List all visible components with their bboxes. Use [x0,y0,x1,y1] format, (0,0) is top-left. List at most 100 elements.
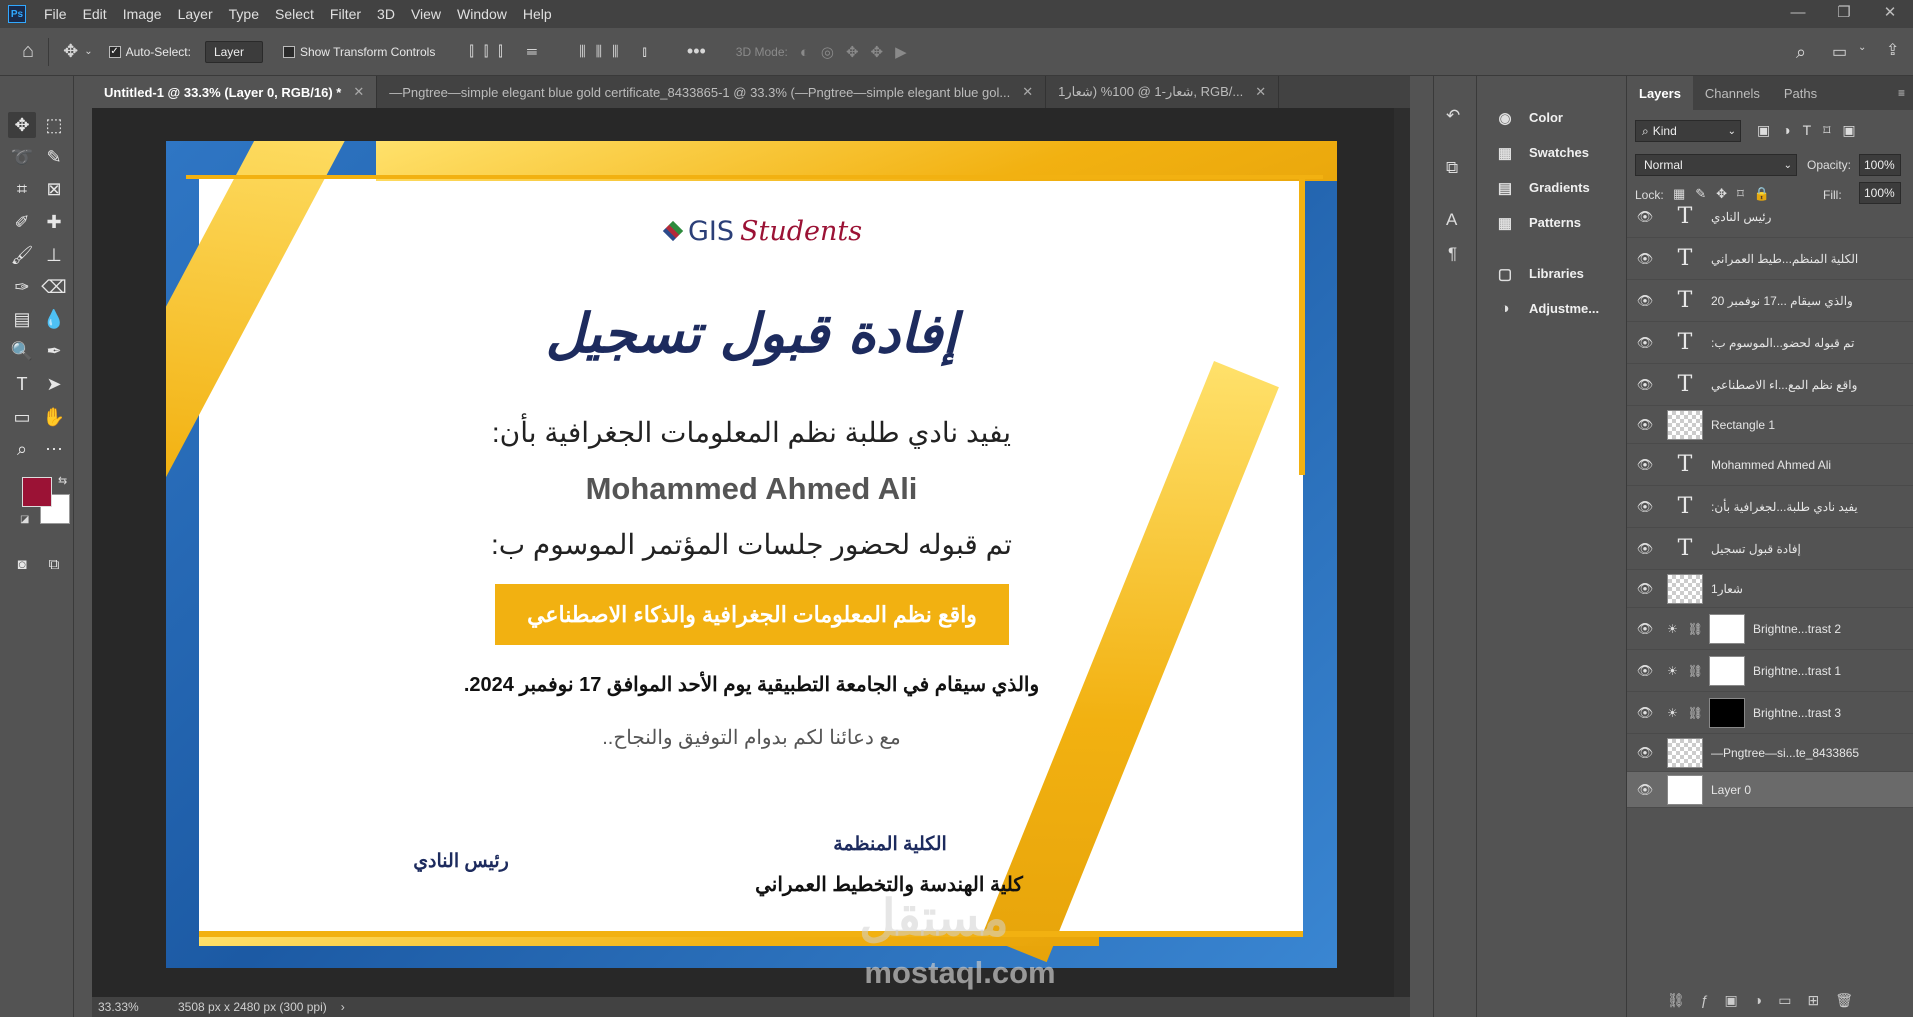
auto-select-checkbox[interactable]: ✓ Auto-Select: [108,45,191,59]
menu-image[interactable]: Image [115,6,170,22]
chevron-down-icon[interactable]: ⌄ [84,46,92,57]
visibility-eye-icon[interactable]: 👁 [1633,705,1657,721]
more-tools-icon[interactable]: ⋯ [40,436,68,462]
layer-row[interactable]: 👁 —Pngtree—si...te_8433865 [1627,734,1913,772]
close-tab-icon[interactable]: ✕ [353,84,364,100]
home-icon[interactable]: ⌂ [22,40,34,63]
minimize-button[interactable]: — [1775,0,1821,28]
layer-filter-icons[interactable]: ▣◑T⌑▣ [1757,122,1868,139]
share-icon[interactable]: ⇪ [1886,40,1899,60]
tab-channels[interactable]: Channels [1693,76,1772,110]
character-panel-icon[interactable]: A [1446,210,1457,230]
distribute-icons[interactable]: ⫼⫼⫼ ⫾ [579,43,657,60]
layer-row[interactable]: 👁 T واقع نظم المع...اء الاصطناعي [1627,364,1913,406]
visibility-eye-icon[interactable]: 👁 [1633,209,1657,225]
panel-patterns[interactable]: ▦ Patterns [1481,205,1626,240]
blur-tool-icon[interactable]: 💧 [40,306,68,332]
layer-row[interactable]: 👁 T الكلية المنظم...طيط العمراني [1627,238,1913,280]
hand-tool-icon[interactable]: ✋ [40,404,68,430]
more-options-icon[interactable]: ••• [687,41,706,62]
panel-gradients[interactable]: ▤ Gradients [1481,170,1626,205]
visibility-eye-icon[interactable]: 👁 [1633,745,1657,761]
layer-row[interactable]: 👁 شعار1 [1627,570,1913,608]
layer-row[interactable]: 👁 T تم قبوله لحضو...الموسوم ب: [1627,322,1913,364]
menu-file[interactable]: File [36,6,75,22]
layer-row-selected[interactable]: 👁 Layer 0 [1627,772,1913,808]
restore-button[interactable]: ❐ [1821,0,1867,28]
default-colors-icon[interactable]: ◪ [20,514,29,525]
visibility-eye-icon[interactable]: 👁 [1633,293,1657,309]
move-tool-icon[interactable]: ✥ [8,112,36,138]
eraser-tool-icon[interactable]: ⌫ [40,274,68,300]
screen-mode-icon[interactable]: ⧉ [40,551,68,577]
layer-row[interactable]: 👁 T والذي سيقام ...17 نوفمبر 20 [1627,280,1913,322]
stamp-tool-icon[interactable]: ⊥ [40,242,68,268]
frame-tool-icon[interactable]: ⊠ [40,176,68,202]
path-select-tool-icon[interactable]: ➤ [40,371,68,397]
visibility-eye-icon[interactable]: 👁 [1633,457,1657,473]
move-tool-icon[interactable]: ✥ [63,41,78,62]
panel-color[interactable]: ◉ Color [1481,100,1626,135]
rectangle-tool-icon[interactable]: ▭ [8,404,36,430]
menu-type[interactable]: Type [221,6,267,22]
visibility-eye-icon[interactable]: 👁 [1633,377,1657,393]
layer-row[interactable]: 👁 ☀ ⛓ Brightne...trast 1 [1627,650,1913,692]
quick-select-tool-icon[interactable]: ✎ [40,144,68,170]
crop-tool-icon[interactable]: ⌗ [8,176,36,202]
visibility-eye-icon[interactable]: 👁 [1633,499,1657,515]
layer-row[interactable]: 👁 ☀ ⛓ Brightne...trast 2 [1627,608,1913,650]
visibility-eye-icon[interactable]: 👁 [1633,663,1657,679]
menu-layer[interactable]: Layer [170,6,221,22]
visibility-eye-icon[interactable]: 👁 [1633,417,1657,433]
menu-3d[interactable]: 3D [369,6,403,22]
history-panel-icon[interactable]: ↶ [1446,106,1460,126]
layer-row[interactable]: 👁 T إفادة قبول تسجيل [1627,528,1913,570]
tab-logo[interactable]: شعار-1 @ 100% (شعار1, RGB/... ✕ [1046,76,1280,108]
close-window-button[interactable]: ✕ [1867,0,1913,28]
brush-tool-icon[interactable]: 🖌 [8,242,36,268]
layer-row[interactable]: 👁 T يفيد نادي طلبة...لجغرافية بأن: [1627,486,1913,528]
close-tab-icon[interactable]: ✕ [1022,84,1033,100]
panel-libraries[interactable]: ▢ Libraries [1481,256,1626,291]
panel-swatches[interactable]: ▦ Swatches [1481,135,1626,170]
menu-view[interactable]: View [403,6,449,22]
healing-tool-icon[interactable]: ✚ [40,209,68,235]
blend-mode-dropdown[interactable]: Normal ⌄ [1635,154,1797,176]
layers-footer-icons[interactable]: ⛓ƒ▣◑▭⊞🗑 [1667,992,1869,1009]
search-icon[interactable]: ⌕ [1796,42,1806,63]
swap-colors-icon[interactable]: ⇆ [58,474,67,487]
tab-paths[interactable]: Paths [1772,76,1829,110]
menu-window[interactable]: Window [449,6,515,22]
visibility-eye-icon[interactable]: 👁 [1633,782,1657,798]
status-arrow-icon[interactable]: › [341,1000,345,1014]
tab-layers[interactable]: Layers [1627,76,1693,110]
eyedropper-tool-icon[interactable]: ✐ [8,209,36,235]
dodge-tool-icon[interactable]: 🔍 [8,338,36,364]
3d-panel-icon[interactable]: ⧉ [1446,158,1458,178]
layer-filter-dropdown[interactable]: ⌕ Kind ⌄ [1635,120,1741,142]
foreground-color-swatch-top[interactable] [22,477,52,507]
panel-menu-icon[interactable]: ≡ [1898,86,1905,100]
zoom-level[interactable]: 33.33% [98,1000,178,1014]
panel-adjustments[interactable]: ◑ Adjustme... [1481,291,1626,326]
checkbox-checked-icon[interactable]: ✓ [108,45,121,58]
gradient-tool-icon[interactable]: ▤ [8,306,36,332]
align-icons[interactable]: ⫿⫿⫿ ☰ [469,43,547,60]
type-tool-icon[interactable]: T [8,371,36,397]
layer-row[interactable]: 👁 T Mohammed Ahmed Ali [1627,444,1913,486]
lasso-tool-icon[interactable]: ➰ [8,144,36,170]
menu-filter[interactable]: Filter [322,6,369,22]
visibility-eye-icon[interactable]: 👁 [1633,251,1657,267]
vertical-scrollbar[interactable] [1394,108,1410,997]
layer-row[interactable]: 👁 T رئيس النادي [1627,196,1913,238]
marquee-tool-icon[interactable]: ⬚ [40,112,68,138]
tab-untitled-1[interactable]: Untitled-1 @ 33.3% (Layer 0, RGB/16) * ✕ [92,76,378,108]
menu-select[interactable]: Select [267,6,322,22]
quick-mask-icon[interactable]: ◙ [8,551,36,577]
checkbox-unchecked-icon[interactable] [282,45,295,58]
workspace-chevron-icon[interactable]: ⌄ [1858,42,1866,53]
certificate-canvas[interactable]: GIS Students إفادة قبول تسجيل يفيد نادي … [166,141,1337,968]
visibility-eye-icon[interactable]: 👁 [1633,581,1657,597]
history-brush-tool-icon[interactable]: ✑ [8,274,36,300]
pen-tool-icon[interactable]: ✒ [40,338,68,364]
